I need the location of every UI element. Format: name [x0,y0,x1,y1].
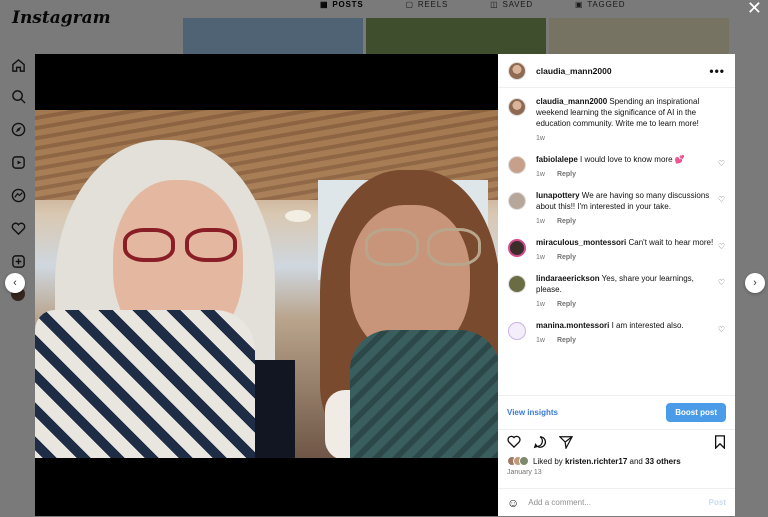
comment-username[interactable]: manina.montessori [536,321,609,330]
avatar[interactable] [508,98,526,116]
chevron-right-icon: › [753,277,757,289]
heart-icon[interactable] [507,435,521,451]
next-post-button[interactable]: › [745,273,765,293]
comment-username[interactable]: miraculous_montessori [536,238,626,247]
close-icon[interactable]: ✕ [747,0,762,19]
avatar[interactable] [508,322,526,340]
comment-icon[interactable] [533,435,547,452]
comment-username[interactable]: fabiolalepe [536,155,578,164]
post-actions [498,430,735,456]
selfie-image [35,110,498,458]
patterned-scarf [35,310,255,458]
reply-button[interactable]: Reply [557,252,576,263]
liked-by-user[interactable]: kristen.richter17 [565,457,627,466]
avatar [519,456,529,466]
like-comment-icon[interactable]: ♡ [718,195,725,204]
comment-time[interactable]: 1w [536,252,545,263]
comment-text: I am interested also. [611,321,684,330]
clear-glasses [335,228,481,268]
avatar[interactable] [508,192,526,210]
more-options-icon[interactable]: ••• [709,64,725,78]
reply-button[interactable]: Reply [557,299,576,310]
comment-time[interactable]: 1w [536,299,545,310]
share-icon[interactable] [558,435,574,452]
comment-text: Can't wait to hear more! [628,238,714,247]
liked-by-text: Liked by kristen.richter17 and 33 others [533,457,681,466]
list-item: manina.montessori I am interested also. … [508,320,725,346]
comment-input[interactable]: Add a comment... [528,498,591,507]
previous-post-button[interactable]: ‹ [5,273,25,293]
comment-username[interactable]: lindaraeerickson [536,274,600,283]
list-item: lindaraeerickson Yes, share your learnin… [508,273,725,310]
like-comment-icon[interactable]: ♡ [718,242,725,251]
post-comment-button[interactable]: Post [709,498,726,507]
liked-by-and: and [629,456,643,466]
insights-bar: View insights Boost post [498,396,735,430]
red-glasses [123,228,243,262]
avatar[interactable] [508,239,526,257]
list-item: lunapottery We are having so many discus… [508,190,725,227]
liked-by-prefix: Liked by [533,456,563,466]
avatar[interactable] [508,61,526,80]
avatar[interactable] [508,156,526,174]
add-comment-bar: ☺ Add a comment... Post [498,488,735,516]
post-username[interactable]: claudia_mann2000 [536,66,612,76]
like-comment-icon[interactable]: ♡ [718,159,725,168]
post-date: January 13 [507,469,542,476]
avatar[interactable] [508,275,526,293]
comment-text: I would love to know more 💕 [580,155,685,164]
comment-time[interactable]: 1w [536,335,545,346]
like-comment-icon[interactable]: ♡ [718,325,725,334]
chevron-left-icon: ‹ [13,277,17,289]
caption: claudia_mann2000 Spending an inspiration… [508,96,725,144]
list-item: miraculous_montessori Can't wait to hear… [508,237,725,263]
caption-time[interactable]: 1w [536,133,545,144]
comment-time[interactable]: 1w [536,216,545,227]
reply-button[interactable]: Reply [557,216,576,227]
post-photo[interactable] [35,54,498,516]
post-header: claudia_mann2000 ••• [498,54,735,88]
likes-summary: Liked by kristen.richter17 and 33 others [498,456,735,466]
view-insights-link[interactable]: View insights [507,408,558,417]
like-comment-icon[interactable]: ♡ [718,278,725,287]
ceiling-lamp [285,210,311,222]
bookmark-icon[interactable] [714,434,726,452]
reply-button[interactable]: Reply [557,169,576,180]
boost-post-button[interactable]: Boost post [666,403,726,422]
liked-by-others[interactable]: 33 others [645,457,681,466]
post-side-panel: claudia_mann2000 ••• claudia_mann2000 Sp… [498,54,735,516]
comment-username[interactable]: lunapottery [536,191,580,200]
emoji-icon[interactable]: ☺ [507,496,519,510]
caption-username[interactable]: claudia_mann2000 [536,97,607,106]
list-item: fabiolalepe I would love to know more 💕 … [508,154,725,180]
post-modal: claudia_mann2000 ••• claudia_mann2000 Sp… [35,54,735,516]
reply-button[interactable]: Reply [557,335,576,346]
comment-time[interactable]: 1w [536,169,545,180]
green-knit-scarf [350,330,498,458]
comments-list: claudia_mann2000 Spending an inspiration… [498,88,735,396]
